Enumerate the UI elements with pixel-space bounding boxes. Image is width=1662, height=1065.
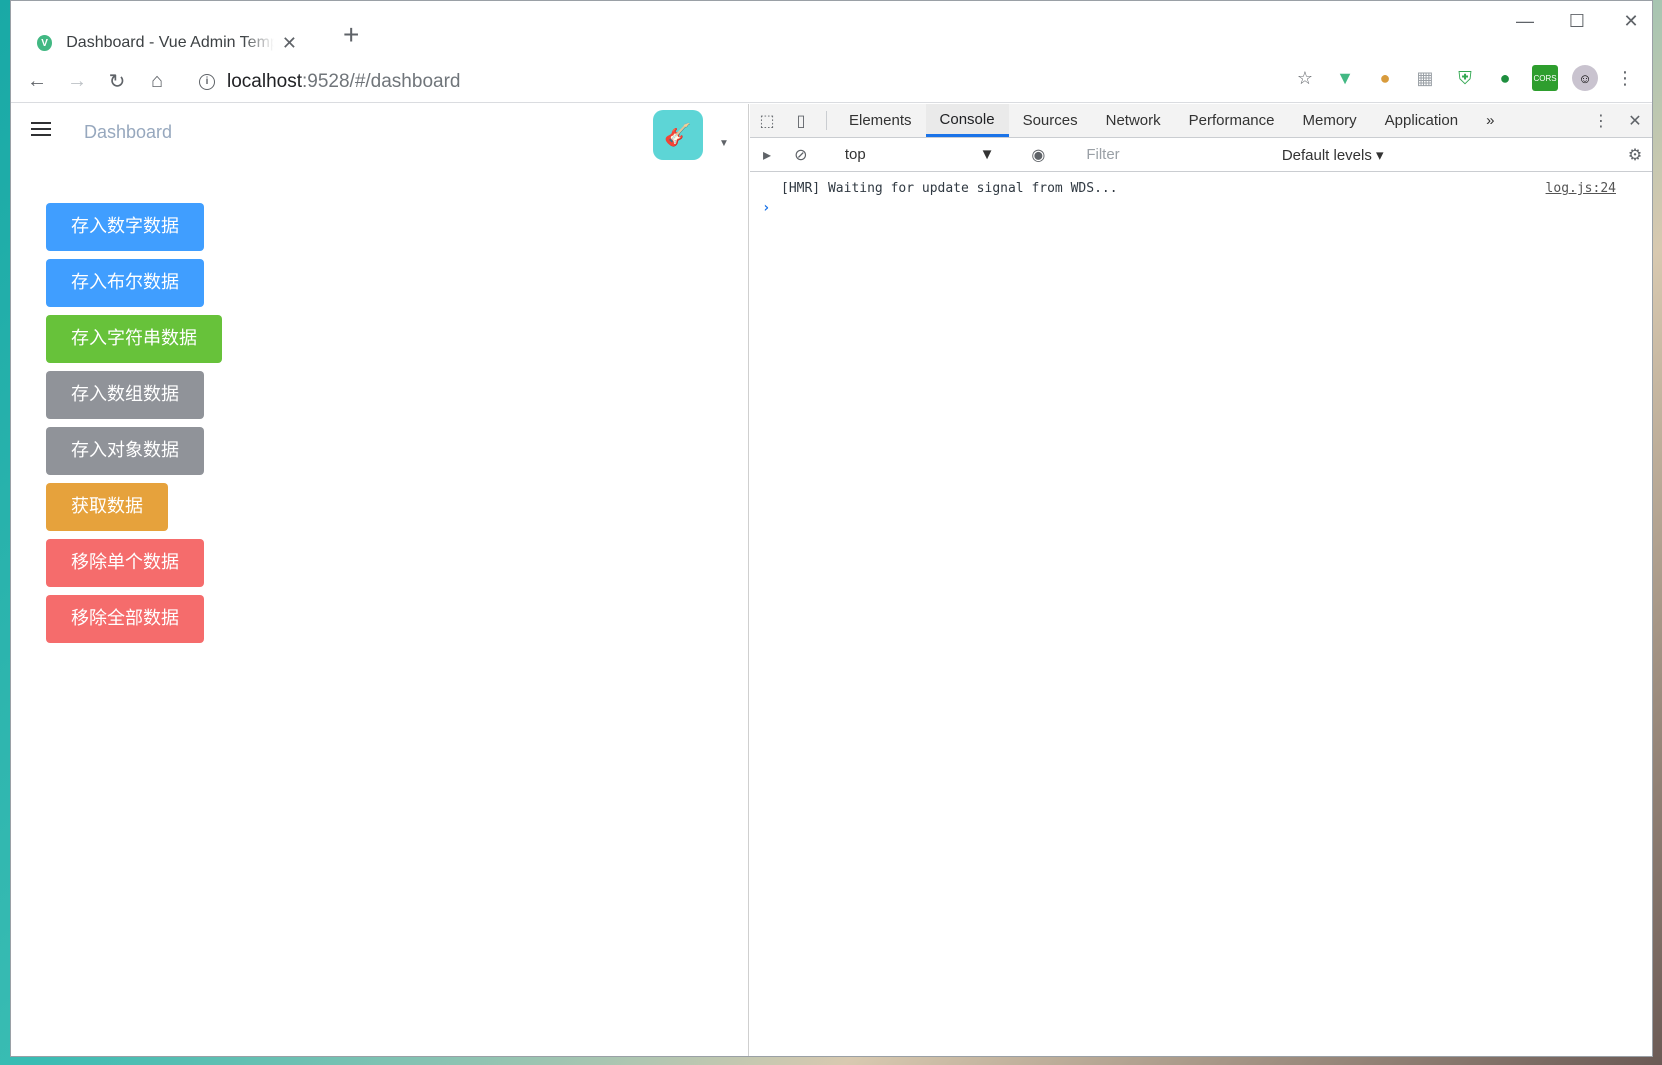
extensions-area: ☆ ▼ ● ▦ ⛨ ● CORS ☺ ⋮ <box>1292 65 1638 91</box>
more-tabs-icon[interactable]: » <box>1472 104 1508 137</box>
cookie-icon[interactable]: ● <box>1372 65 1398 91</box>
store-number-button[interactable]: 存入数字数据 <box>46 203 204 251</box>
hamburger-icon[interactable] <box>31 122 51 140</box>
tab-elements[interactable]: Elements <box>835 104 926 137</box>
user-avatar[interactable]: 🎸 <box>653 110 703 160</box>
live-expression-eye-icon[interactable]: ◉ <box>1021 145 1055 165</box>
log-levels-dropdown[interactable]: Default levels ▾ <box>1282 146 1601 164</box>
console-message: [HMR] Waiting for update signal from WDS… <box>750 178 1652 200</box>
app-page: Dashboard 🎸 ▼ 存入数字数据 存入布尔数据 存入字符串数据 存入数组… <box>11 104 749 1056</box>
bookmark-star-icon[interactable]: ☆ <box>1292 65 1318 91</box>
tab-application[interactable]: Application <box>1371 104 1472 137</box>
tab-title: Dashboard - Vue Admin Template <box>66 34 274 51</box>
home-icon[interactable]: ⌂ <box>137 70 177 93</box>
message-source-link[interactable]: log.js:24 <box>1546 178 1616 200</box>
vue-favicon-icon: V <box>37 35 53 51</box>
context-selector[interactable]: top ▼ <box>835 146 1005 163</box>
console-toolbar: ▸ ⊘ top ▼ ◉ Filter Default levels ▾ ⚙ <box>750 138 1652 172</box>
tab-network[interactable]: Network <box>1092 104 1175 137</box>
browser-window: V Dashboard - Vue Admin Template ✕ + — ☐… <box>10 0 1653 1057</box>
navbar: Dashboard 🎸 ▼ <box>11 104 748 160</box>
green-dot-icon[interactable]: ● <box>1492 65 1518 91</box>
divider <box>826 111 827 130</box>
vue-devtools-icon[interactable]: ▼ <box>1332 65 1358 91</box>
inspect-element-icon[interactable]: ⬚ <box>750 104 784 137</box>
clear-console-icon[interactable]: ⊘ <box>784 145 818 165</box>
shield-icon[interactable]: ⛨ <box>1452 65 1478 91</box>
url-path: :9528/#/dashboard <box>302 70 461 92</box>
site-info-icon[interactable]: i <box>199 73 215 90</box>
minimize-icon[interactable]: — <box>1505 11 1545 32</box>
cors-icon[interactable]: CORS <box>1532 65 1558 91</box>
forward-icon[interactable]: → <box>57 70 97 93</box>
url-host: localhost <box>227 70 302 92</box>
tab-memory[interactable]: Memory <box>1289 104 1371 137</box>
title-bar: V Dashboard - Vue Admin Template ✕ + — ☐… <box>11 1 1652 69</box>
store-object-button[interactable]: 存入对象数据 <box>46 427 204 475</box>
console-prompt[interactable]: › <box>750 200 1652 216</box>
device-toolbar-icon[interactable]: ▯ <box>784 104 818 137</box>
console-filter-input[interactable]: Filter <box>1072 146 1281 163</box>
tab-close-icon[interactable]: ✕ <box>282 33 297 54</box>
address-bar[interactable]: i localhost:9528/#/dashboard <box>199 64 1229 100</box>
store-string-button[interactable]: 存入字符串数据 <box>46 315 222 363</box>
tab-sources[interactable]: Sources <box>1009 104 1092 137</box>
button-list: 存入数字数据 存入布尔数据 存入字符串数据 存入数组数据 存入对象数据 获取数据… <box>46 203 222 651</box>
new-tab-button[interactable]: + <box>343 21 359 49</box>
maximize-icon[interactable]: ☐ <box>1557 11 1597 32</box>
breadcrumb: Dashboard <box>84 122 173 142</box>
console-messages: [HMR] Waiting for update signal from WDS… <box>750 172 1652 216</box>
address-toolbar: ← → ↻ ⌂ i localhost:9528/#/dashboard ☆ ▼… <box>11 61 1652 103</box>
reload-icon[interactable]: ↻ <box>97 69 137 94</box>
devtools-close-icon[interactable]: ✕ <box>1618 111 1652 131</box>
remove-single-button[interactable]: 移除单个数据 <box>46 539 204 587</box>
tab-console[interactable]: Console <box>925 104 1009 137</box>
store-boolean-button[interactable]: 存入布尔数据 <box>46 259 204 307</box>
log-levels-label: Default levels <box>1281 146 1372 164</box>
devtools-menu-icon[interactable]: ⋮ <box>1584 111 1618 131</box>
tab-performance[interactable]: Performance <box>1175 104 1289 137</box>
console-right-controls: ⚙ <box>1601 145 1652 165</box>
remove-all-button[interactable]: 移除全部数据 <box>46 595 204 643</box>
devtools-panel: ⬚ ▯ Elements Console Sources Network Per… <box>750 104 1652 1056</box>
caret-down-icon[interactable]: ▼ <box>719 138 729 149</box>
devtools-tab-bar: ⬚ ▯ Elements Console Sources Network Per… <box>750 104 1652 138</box>
profile-avatar-icon[interactable]: ☺ <box>1572 65 1598 91</box>
sidebar-toggle-icon[interactable]: ▸ <box>750 145 784 165</box>
devtools-controls: ⋮ ✕ <box>1567 104 1652 137</box>
dropdown-arrow-icon: ▼ <box>979 146 995 163</box>
get-data-button[interactable]: 获取数据 <box>46 483 168 531</box>
console-settings-gear-icon[interactable]: ⚙ <box>1618 145 1652 165</box>
message-text: [HMR] Waiting for update signal from WDS… <box>781 181 1118 196</box>
extension-icon[interactable]: ▦ <box>1412 65 1438 91</box>
context-value: top <box>844 146 866 163</box>
browser-menu-icon[interactable]: ⋮ <box>1612 65 1638 91</box>
window-close-icon[interactable]: ✕ <box>1611 11 1651 32</box>
back-icon[interactable]: ← <box>17 70 57 93</box>
store-array-button[interactable]: 存入数组数据 <box>46 371 204 419</box>
